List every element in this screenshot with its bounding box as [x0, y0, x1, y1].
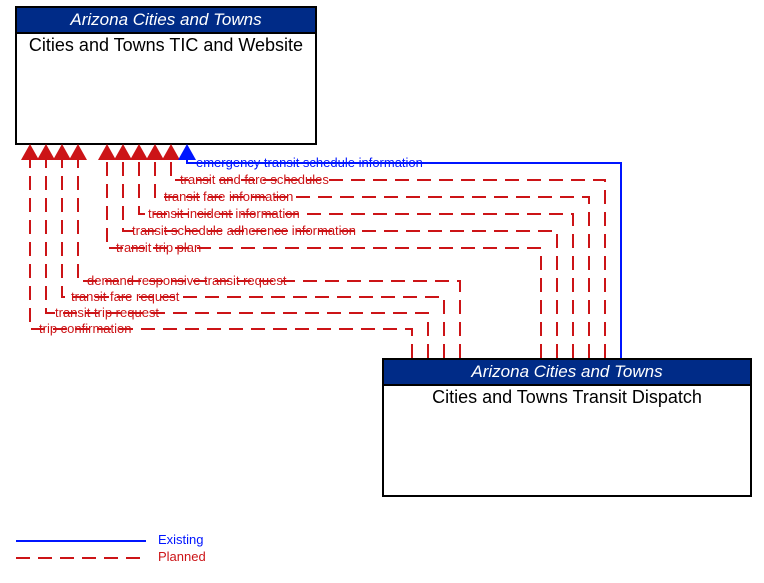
entity-title: Cities and Towns Transit Dispatch — [384, 386, 750, 410]
entity-box-transit-dispatch: Arizona Cities and Towns Cities and Town… — [382, 358, 752, 497]
flow-label: emergency transit schedule information — [196, 155, 423, 170]
entity-box-tic-website: Arizona Cities and Towns Cities and Town… — [15, 6, 317, 145]
entity-title: Cities and Towns TIC and Website — [17, 34, 315, 58]
flow-label: transit incident information — [148, 206, 300, 221]
flow-label: transit trip plan — [116, 240, 201, 255]
legend-line-existing — [16, 540, 146, 542]
flow-label: transit and fare schedules — [180, 172, 329, 187]
entity-header: Arizona Cities and Towns — [384, 360, 750, 386]
flow-label: transit fare request — [71, 289, 179, 304]
flow-label: demand responsive transit request — [87, 273, 286, 288]
flow-label: transit schedule adherence information — [132, 223, 356, 238]
flow-label: transit fare information — [164, 189, 293, 204]
legend-label: Existing — [158, 532, 204, 547]
flow-label: trip confirmation — [39, 321, 131, 336]
legend-label: Planned — [158, 549, 206, 564]
entity-header: Arizona Cities and Towns — [17, 8, 315, 34]
legend-line-planned — [16, 557, 146, 559]
flow-label: transit trip request — [55, 305, 159, 320]
